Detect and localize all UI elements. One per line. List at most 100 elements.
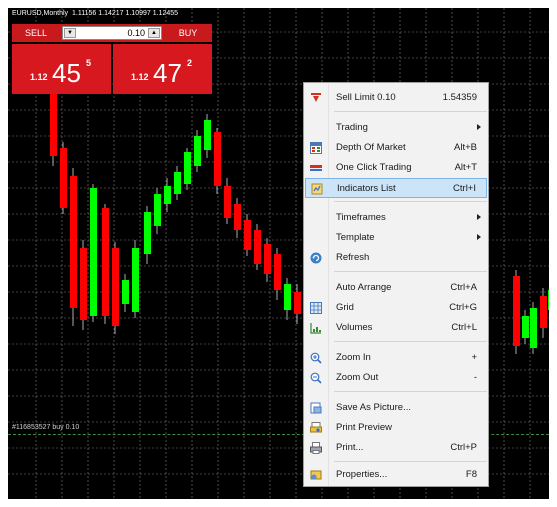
candle-body xyxy=(530,308,537,348)
menu-item-properties[interactable]: Properties... F8 xyxy=(305,465,487,485)
menu-item-shortcut: Ctrl+L xyxy=(451,322,477,333)
candle-body xyxy=(254,230,261,264)
one-click-trading-panel: SELL ▼ 0.10 ▲ BUY 1.12 45 5 1.12 47 2 xyxy=(12,24,212,94)
menu-item-shortcut: F8 xyxy=(465,469,477,480)
menu-item-save-as-picture[interactable]: Save As Picture... xyxy=(305,398,487,418)
chart-title-bar: EURUSD,Monthly 1.11156 1.14217 1.10997 1.… xyxy=(12,10,178,17)
candle-body xyxy=(80,248,87,320)
candle-body xyxy=(548,290,549,310)
refresh-icon xyxy=(310,252,322,264)
menu-item-label: Save As Picture... xyxy=(336,402,411,413)
menu-separator xyxy=(334,391,487,392)
candle-body xyxy=(122,280,129,304)
candle-body xyxy=(184,152,191,184)
menu-item-print[interactable]: Print... Ctrl+P xyxy=(305,438,487,458)
menu-item-sell-limit[interactable]: Sell Limit 0.10 1.54359 xyxy=(305,88,487,108)
candle-body xyxy=(60,148,67,208)
candle-body xyxy=(274,254,281,290)
buy-price-prefix: 1.12 xyxy=(131,72,149,82)
candle-body xyxy=(50,94,57,156)
volume-field[interactable]: ▼ 0.10 ▲ xyxy=(62,26,162,40)
menu-item-shortcut: - xyxy=(473,372,477,383)
menu-item-grid[interactable]: Grid Ctrl+G xyxy=(305,298,487,318)
chart-context-menu: Sell Limit 0.10 1.54359 Trading Depth Of… xyxy=(303,82,489,487)
trade-panel-header: SELL ▼ 0.10 ▲ BUY xyxy=(12,24,212,42)
candle-body xyxy=(540,296,547,328)
menu-item-label: Print... xyxy=(336,442,364,453)
menu-item-label: Zoom Out xyxy=(336,372,379,383)
menu-item-auto-arrange[interactable]: Auto Arrange Ctrl+A xyxy=(305,278,487,298)
menu-item-refresh[interactable]: Refresh xyxy=(305,248,487,268)
menu-item-one-click-trading[interactable]: One Click Trading Alt+T xyxy=(305,158,487,178)
candle-body xyxy=(70,176,77,308)
menu-separator xyxy=(334,111,487,112)
menu-item-label: Refresh xyxy=(336,252,370,263)
menu-item-label: Grid xyxy=(336,302,354,313)
menu-item-shortcut: Alt+B xyxy=(454,142,477,153)
buy-price-button[interactable]: 1.12 47 2 xyxy=(113,44,212,94)
buy-button-label[interactable]: BUY xyxy=(164,24,212,42)
grid-icon xyxy=(310,302,322,314)
menu-item-label: One Click Trading xyxy=(336,162,412,173)
menu-item-label: Trading xyxy=(336,122,368,133)
save-picture-icon xyxy=(310,402,322,414)
menu-item-label: Indicators List xyxy=(337,183,396,194)
sell-price-pips: 45 xyxy=(52,58,81,88)
candle-body xyxy=(164,186,171,204)
candle-body xyxy=(174,172,181,194)
candle-body xyxy=(204,120,211,150)
volume-decrease-button[interactable]: ▼ xyxy=(64,28,76,38)
menu-item-label: Volumes xyxy=(336,322,373,333)
menu-item-indicators-list[interactable]: Indicators List Ctrl+I xyxy=(305,178,487,198)
volume-value[interactable]: 0.10 xyxy=(127,27,145,39)
candle-body xyxy=(244,220,251,250)
candle-body xyxy=(132,248,139,312)
one-click-trading-icon xyxy=(310,162,322,174)
properties-icon xyxy=(310,469,322,481)
candle-body xyxy=(224,186,231,218)
candle-body xyxy=(102,208,109,316)
candle-body xyxy=(522,316,529,338)
indicators-list-icon xyxy=(311,183,323,195)
depth-of-market-icon xyxy=(310,142,322,154)
sell-price-button[interactable]: 1.12 45 5 xyxy=(12,44,111,94)
menu-item-label: Properties... xyxy=(336,469,388,480)
menu-separator xyxy=(334,271,487,272)
buy-price-fraction: 2 xyxy=(187,58,193,68)
candle-body xyxy=(154,194,161,226)
candle-body xyxy=(513,276,520,346)
sell-price-prefix: 1.12 xyxy=(30,72,48,82)
submenu-arrow-icon xyxy=(477,214,481,220)
menu-item-label: Zoom In xyxy=(336,352,371,363)
menu-item-shortcut: + xyxy=(471,352,477,363)
candle-body xyxy=(90,188,97,316)
candle-body xyxy=(234,204,241,230)
menu-item-shortcut: Ctrl+G xyxy=(449,302,477,313)
menu-item-label: Depth Of Market xyxy=(336,142,406,153)
menu-item-trading[interactable]: Trading xyxy=(305,118,487,138)
sell-button-label[interactable]: SELL xyxy=(12,24,60,42)
menu-item-label: Template xyxy=(336,232,375,243)
candle-body xyxy=(264,244,271,274)
order-level-label: #116853527 buy 0.10 xyxy=(12,424,80,431)
menu-item-shortcut: Ctrl+I xyxy=(453,183,476,194)
menu-item-label: Auto Arrange xyxy=(336,282,392,293)
buy-price-pips: 47 xyxy=(153,58,182,88)
volumes-icon xyxy=(310,322,322,334)
menu-item-zoom-in[interactable]: Zoom In + xyxy=(305,348,487,368)
zoom-out-icon xyxy=(310,372,322,384)
menu-item-depth-of-market[interactable]: Depth Of Market Alt+B xyxy=(305,138,487,158)
menu-item-shortcut: Ctrl+A xyxy=(450,282,477,293)
menu-item-label: Timeframes xyxy=(336,212,386,223)
menu-item-volumes[interactable]: Volumes Ctrl+L xyxy=(305,318,487,338)
menu-item-template[interactable]: Template xyxy=(305,228,487,248)
sell-price-fraction: 5 xyxy=(86,58,92,68)
menu-item-label: Print Preview xyxy=(336,422,392,433)
menu-item-timeframes[interactable]: Timeframes xyxy=(305,208,487,228)
menu-item-print-preview[interactable]: Print Preview xyxy=(305,418,487,438)
candle-body xyxy=(112,248,119,326)
menu-item-zoom-out[interactable]: Zoom Out - xyxy=(305,368,487,388)
volume-increase-button[interactable]: ▲ xyxy=(148,28,160,38)
candle-body xyxy=(194,136,201,166)
chart-symbol-title: EURUSD,Monthly xyxy=(12,10,69,17)
